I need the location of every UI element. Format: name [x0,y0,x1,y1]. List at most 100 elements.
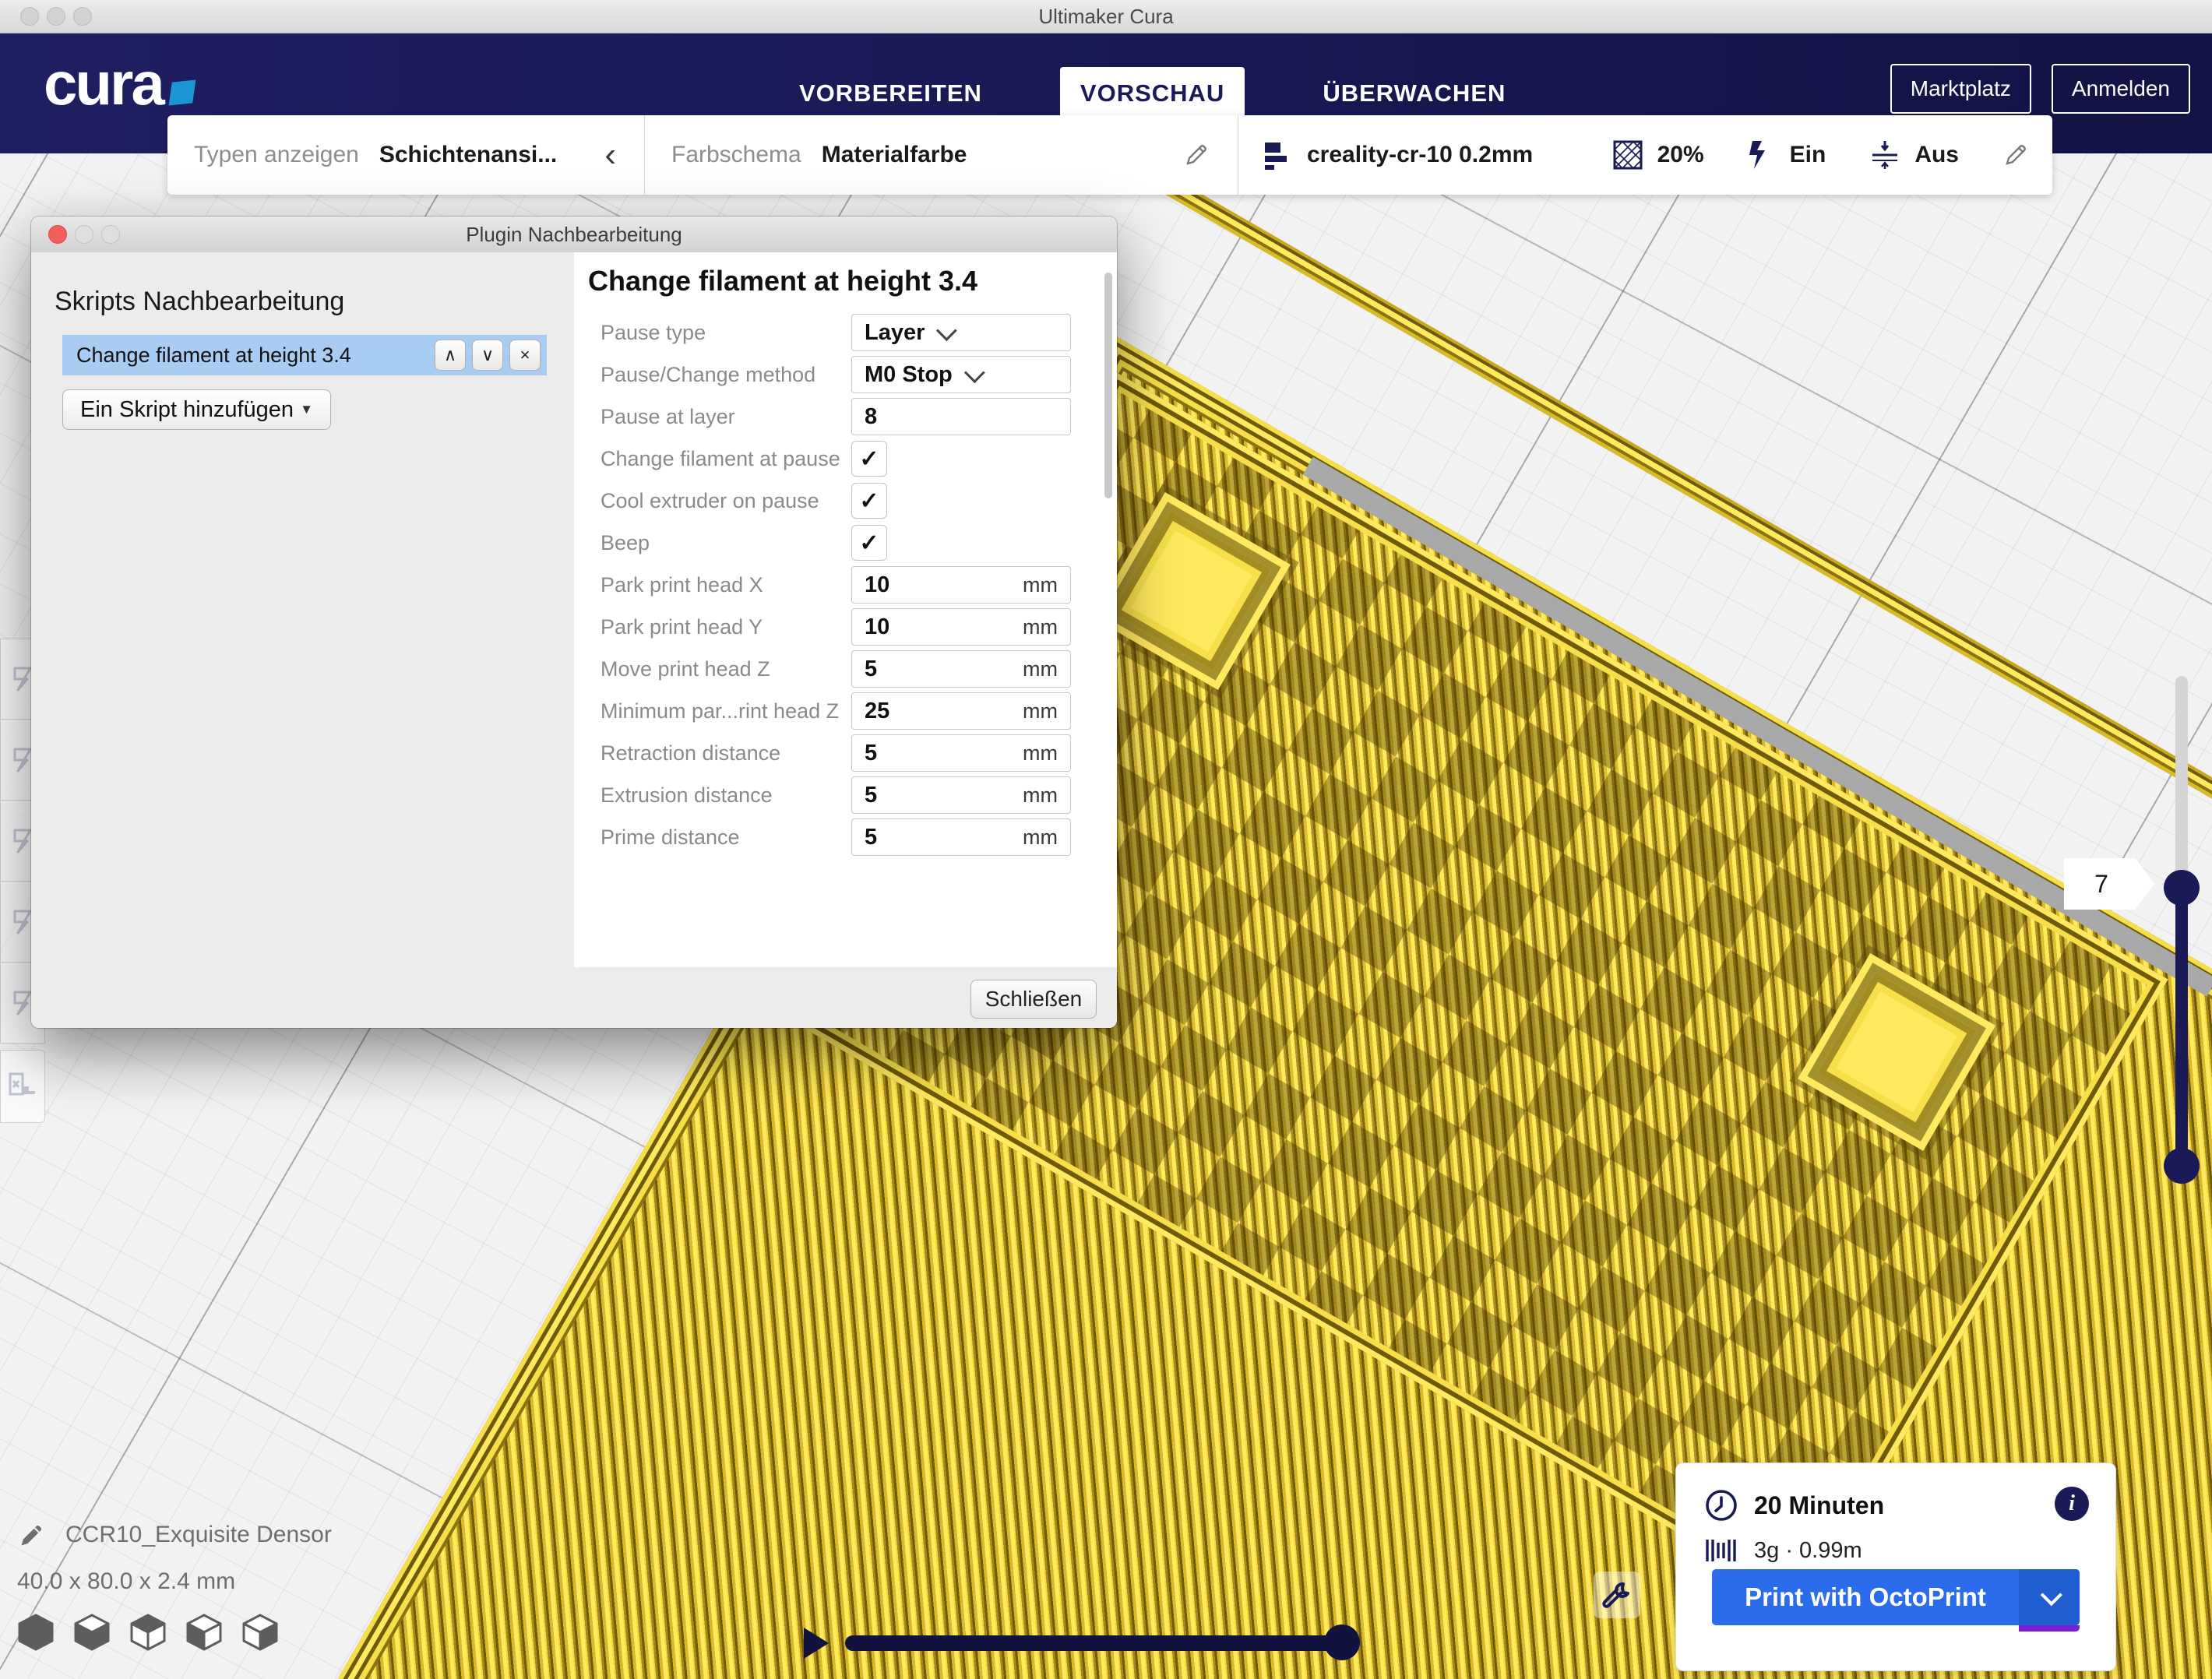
checkbox-field[interactable]: ✓ [851,441,887,477]
monitor-tools-chip[interactable] [1594,1572,1640,1618]
infill-value[interactable]: 20% [1657,142,1704,168]
tab-ueberwachen[interactable]: ÜBERWACHEN [1302,67,1526,120]
select-field[interactable]: Layer [851,314,1071,351]
add-script-button[interactable]: Ein Skript hinzufügen▼ [62,389,331,430]
layer-slider-range[interactable] [2175,888,2188,1167]
view-type-label: Typen anzeigen [194,142,359,168]
dialog-titlebar[interactable]: Plugin Nachbearbeitung [31,216,1117,253]
field-label: Park print head Y [601,615,851,639]
material-estimate: 3g · 0.99m [1754,1538,1862,1564]
settings-row: Cool extruder on pause✓ [574,480,1117,522]
dialog-scrollbar[interactable] [1104,273,1112,498]
settings-row: Move print head Z5mm [574,648,1117,690]
field-label: Park print head X [601,573,851,597]
app-window: Ultimaker Cura cura VORBEREITEN VORSCHAU… [0,0,2212,1679]
tab-vorschau[interactable]: VORSCHAU [1060,67,1245,120]
text-field[interactable]: 5mm [851,776,1071,814]
window-title: Ultimaker Cura [0,0,2212,33]
dropdown-caret-icon: ▼ [300,402,313,417]
object-dimensions: 40.0 x 80.0 x 2.4 mm [17,1568,332,1595]
3d-view-icon[interactable] [17,1614,55,1651]
layer-indicator-flag: 7 [2064,858,2154,910]
tab-vorbereiten[interactable]: VORBEREITEN [779,67,1002,120]
settings-row: Beep✓ [574,522,1117,564]
edit-pencil-icon[interactable] [1183,142,1210,168]
clock-icon [1704,1488,1738,1522]
close-dialog-button[interactable]: Schließen [970,980,1097,1019]
info-icon[interactable]: i [2055,1487,2089,1521]
support-blocker-icon[interactable] [0,1050,45,1123]
layer-slider-bottom-handle[interactable] [2164,1148,2200,1184]
text-field[interactable]: 10mm [851,566,1071,604]
settings-row: Prime distance5mm [574,816,1117,858]
select-field[interactable]: M0 Stop [851,356,1071,393]
marketplace-button[interactable]: Marktplatz [1890,64,2031,114]
text-field[interactable]: 5mm [851,650,1071,688]
rename-pencil-icon[interactable] [17,1520,47,1550]
object-name[interactable]: CCR10_Exquisite Densor [65,1522,332,1548]
play-simulation-button[interactable] [804,1628,829,1659]
support-value[interactable]: Ein [1790,142,1826,168]
cura-logo-dot-icon [168,80,195,106]
simulation-slider-track[interactable] [845,1635,1351,1651]
dialog-footer: Schließen [31,967,1117,1028]
window-titlebar: Ultimaker Cura [0,0,2212,33]
remove-script-button[interactable]: × [509,340,541,371]
field-label: Beep [601,531,851,555]
color-scheme-label: Farbschema [671,142,801,168]
adhesion-value[interactable]: Aus [1914,142,1959,168]
unit-label: mm [1023,783,1058,808]
settings-row: Park print head X10mm [574,564,1117,606]
scripts-heading: Skripts Nachbearbeitung [55,287,344,317]
print-time-estimate: 20 Minuten [1754,1491,1884,1520]
text-field[interactable]: 10mm [851,608,1071,646]
script-settings-heading: Change filament at height 3.4 [588,265,977,297]
printer-profile-value[interactable]: creality-cr-10 0.2mm [1307,142,1533,168]
settings-row: Change filament at pause✓ [574,438,1117,480]
script-settings-panel: Change filament at height 3.4 Pause type… [574,252,1117,967]
view-mode-buttons [17,1614,279,1651]
simulation-slider-handle[interactable] [1324,1624,1360,1660]
adhesion-icon [1869,139,1900,171]
text-field[interactable]: 5mm [851,818,1071,856]
view-type-value[interactable]: Schichtenansi... [379,142,557,168]
chevron-down-icon [964,362,985,383]
left-view-icon[interactable] [185,1614,223,1651]
unit-label: mm [1023,615,1058,639]
print-with-octoprint-button[interactable]: Print with OctoPrint [1712,1569,2080,1625]
support-icon [1748,139,1776,171]
sign-in-button[interactable]: Anmelden [2052,64,2190,114]
move-script-down-button[interactable]: ∨ [472,340,503,371]
script-settings-form: Pause typeLayerPause/Change methodM0 Sto… [574,312,1117,858]
qr-finder-square [1111,512,1271,671]
text-field[interactable]: 8 [851,398,1071,435]
script-list-item-label: Change filament at height 3.4 [76,343,351,368]
layers-icon [1265,139,1293,171]
post-processing-dialog: Plugin Nachbearbeitung Skripts Nachbearb… [31,216,1117,1028]
settings-row: Pause/Change methodM0 Stop [574,354,1117,396]
scripts-panel: Skripts Nachbearbeitung Change filament … [31,252,574,1028]
script-list-item[interactable]: Change filament at height 3.4 ∧ ∨ × [62,335,547,375]
right-view-icon[interactable] [241,1614,279,1651]
chevron-down-icon [936,320,957,341]
front-view-icon[interactable] [73,1614,111,1651]
settings-row: Pause at layer8 [574,396,1117,438]
settings-row: Extrusion distance5mm [574,774,1117,816]
layer-slider-top-handle[interactable] [2164,870,2200,906]
top-view-icon[interactable] [129,1614,167,1651]
text-field[interactable]: 5mm [851,734,1071,772]
unit-label: mm [1023,699,1058,723]
infill-icon [1612,139,1643,171]
checkbox-field[interactable]: ✓ [851,483,887,519]
field-label: Extrusion distance [601,783,851,808]
settings-row: Park print head Y10mm [574,606,1117,648]
edit-print-settings-pencil-icon[interactable] [2002,142,2029,168]
move-script-up-button[interactable]: ∧ [435,340,466,371]
cura-logo: cura [44,53,194,114]
field-label: Retraction distance [601,741,851,766]
color-scheme-value[interactable]: Materialfarbe [822,142,967,168]
checkbox-field[interactable]: ✓ [851,525,887,561]
print-options-chevron-icon[interactable] [2019,1569,2080,1625]
text-field[interactable]: 25mm [851,692,1071,730]
field-label: Change filament at pause [601,447,851,471]
